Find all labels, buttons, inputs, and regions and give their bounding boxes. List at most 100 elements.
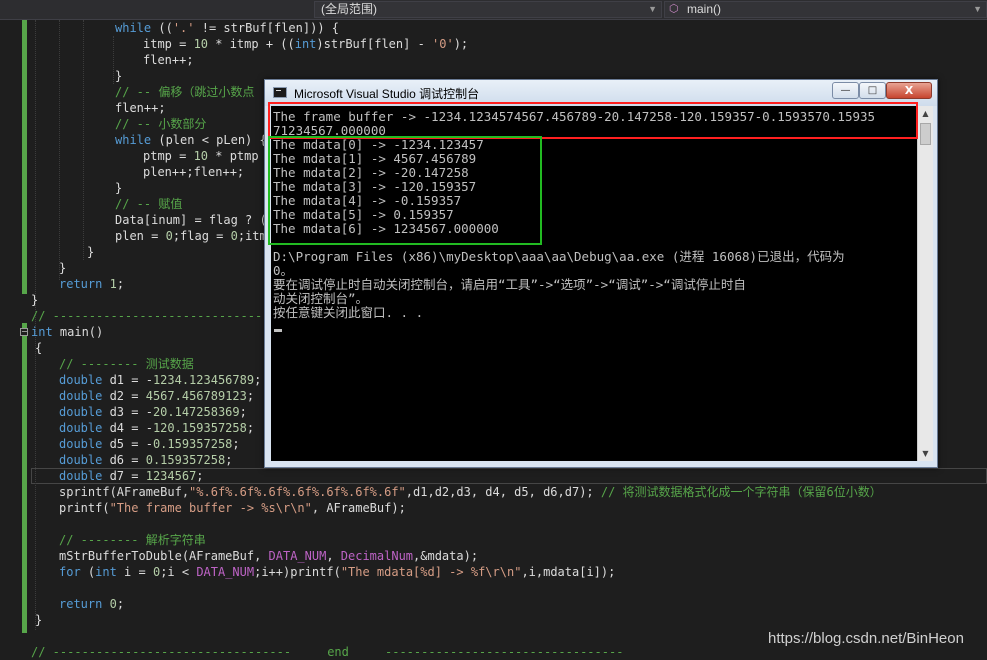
code-line[interactable]: // -------- 测试数据 <box>59 356 194 372</box>
code-token: } <box>59 261 67 275</box>
code-token: ; <box>225 453 233 467</box>
code-line[interactable]: double d5 = -0.159357258; <box>59 436 240 452</box>
code-line[interactable]: double d4 = -120.159357258; <box>59 420 254 436</box>
code-line[interactable]: } <box>115 180 122 196</box>
chevron-down-icon: ▼ <box>973 4 982 14</box>
code-token: printf( <box>59 501 110 515</box>
code-line[interactable]: while (plen < pLen) { <box>115 132 267 148</box>
code-token: plen++;flen++; <box>143 165 245 179</box>
code-line[interactable]: // -- 赋值 <box>115 196 182 212</box>
code-token: int <box>294 37 317 51</box>
minimize-button[interactable]: — <box>832 82 859 99</box>
code-token: 0 <box>109 597 117 611</box>
code-token: d2 = <box>102 389 146 403</box>
code-line[interactable]: int main() <box>31 324 103 340</box>
code-token: // -- 赋值 <box>115 197 183 211</box>
scroll-up-icon[interactable]: ▲ <box>918 106 933 121</box>
code-line[interactable]: flen++; <box>115 100 166 116</box>
watermark: https://blog.csdn.net/BinHeon <box>768 630 964 647</box>
code-line[interactable]: ptmp = 10 * ptmp + <box>143 148 273 164</box>
code-line[interactable]: for (int i = 0;i < DATA_NUM;i++)printf("… <box>59 564 615 580</box>
scope-dropdown[interactable]: (全局范围) ▼ <box>314 1 662 18</box>
code-line[interactable]: double d6 = 0.159357258; <box>59 452 232 468</box>
console-line: 要在调试停止时自动关闭控制台，请启用“工具”->“选项”->“调试”->“调试停… <box>273 277 746 292</box>
navigation-bar: (全局范围) ▼ ⬡ main() ▼ <box>0 0 987 20</box>
indent-guide <box>59 20 60 280</box>
change-indicator <box>22 20 27 294</box>
code-line[interactable]: double d1 = -1234.123456789; <box>59 372 261 388</box>
mdata-highlight-box <box>268 136 542 245</box>
scope-label: (全局范围) <box>321 2 377 16</box>
code-token: DecimalNum <box>340 549 414 563</box>
function-dropdown[interactable]: ⬡ main() ▼ <box>664 1 987 18</box>
code-token: , AFrameBuf); <box>311 501 406 515</box>
code-line[interactable]: plen = 0;flag = 0;itmp <box>115 228 274 244</box>
code-token: ; <box>232 437 240 451</box>
code-token: 1 <box>109 277 117 291</box>
code-token: (plen < pLen) { <box>151 133 267 147</box>
code-token: i = <box>116 565 153 579</box>
code-line[interactable]: mStrBufferToDuble(AFrameBuf, DATA_NUM, D… <box>59 548 478 564</box>
code-token: 10 <box>193 149 209 163</box>
code-token: return <box>59 597 103 611</box>
code-token: ,&mdata); <box>413 549 479 563</box>
code-token: } <box>115 181 123 195</box>
code-line[interactable]: double d3 = -20.147258369; <box>59 404 247 420</box>
code-line[interactable]: sprintf(AFrameBuf,"%.6f%.6f%.6f%.6f%.6f%… <box>59 484 882 500</box>
code-line[interactable]: plen++;flen++; <box>143 164 244 180</box>
scroll-down-icon[interactable]: ▼ <box>918 446 933 461</box>
code-line[interactable]: } <box>115 68 122 84</box>
code-token: double <box>59 437 103 451</box>
code-line[interactable]: printf("The frame buffer -> %s\r\n", AFr… <box>59 500 406 516</box>
change-indicator <box>22 323 27 633</box>
code-token: 0 <box>165 229 173 243</box>
frame-buffer-highlight-box <box>268 102 918 139</box>
console-line: 动关闭控制台”。 <box>273 291 369 306</box>
code-token: '0' <box>432 37 454 51</box>
code-token: return <box>59 277 103 291</box>
code-line[interactable]: { <box>35 340 42 356</box>
code-token: // 将测试数据格式化成一个字符串（保留6位小数） <box>600 485 882 499</box>
code-line[interactable]: flen++; <box>143 52 194 68</box>
code-token: // -------- 解析字符串 <box>59 533 206 547</box>
code-line[interactable]: itmp = 10 * itmp + ((int)strBuf[flen] - … <box>143 36 468 52</box>
code-token: "The mdata[%d] -> %f\r\n" <box>340 565 522 579</box>
close-button[interactable]: X <box>886 82 932 99</box>
console-line: 按任意键关闭此窗口. . . <box>273 305 424 320</box>
code-token: ,i,mdata[i]); <box>521 565 616 579</box>
code-line[interactable]: double d2 = 4567.456789123; <box>59 388 254 404</box>
maximize-button[interactable]: □ <box>859 82 886 99</box>
code-token: } <box>35 613 43 627</box>
code-token: int <box>95 565 117 579</box>
code-line[interactable]: while (('.' != strBuf[flen])) { <box>115 20 339 36</box>
code-token: DATA_NUM <box>268 549 327 563</box>
code-line[interactable]: } <box>87 244 94 260</box>
code-line[interactable]: } <box>59 260 66 276</box>
code-line[interactable]: // -- 小数部分 <box>115 116 206 132</box>
scrollbar-thumb[interactable] <box>920 123 931 145</box>
code-token: ( <box>80 565 96 579</box>
code-token: int <box>31 325 53 339</box>
code-token: ;i < <box>160 565 197 579</box>
fold-toggle-icon[interactable]: − <box>20 328 28 336</box>
code-token: (( <box>151 21 173 35</box>
cube-icon: ⬡ <box>669 3 679 15</box>
code-line[interactable]: // -------- 解析字符串 <box>59 532 206 548</box>
code-line[interactable]: return 0; <box>59 596 124 612</box>
code-line[interactable]: double d7 = 1234567; <box>59 468 204 484</box>
code-token: ; <box>116 597 125 611</box>
code-token: double <box>59 453 103 467</box>
code-token: } <box>31 293 39 307</box>
code-line[interactable]: Data[inum] = flag ? ( <box>115 212 267 228</box>
code-line[interactable]: } <box>35 612 42 628</box>
code-token: // --------------------------------- end… <box>31 645 624 659</box>
code-line[interactable]: // --------------------------------- end… <box>31 644 623 660</box>
code-token: ; <box>246 421 255 435</box>
code-line[interactable]: } <box>31 292 38 308</box>
code-token: } <box>87 245 95 259</box>
console-scrollbar[interactable]: ▲ ▼ <box>917 106 933 461</box>
code-token: ; <box>239 405 247 419</box>
code-line[interactable]: return 1; <box>59 276 124 292</box>
code-line[interactable]: // -- 偏移（跳过小数点 <box>115 84 254 100</box>
